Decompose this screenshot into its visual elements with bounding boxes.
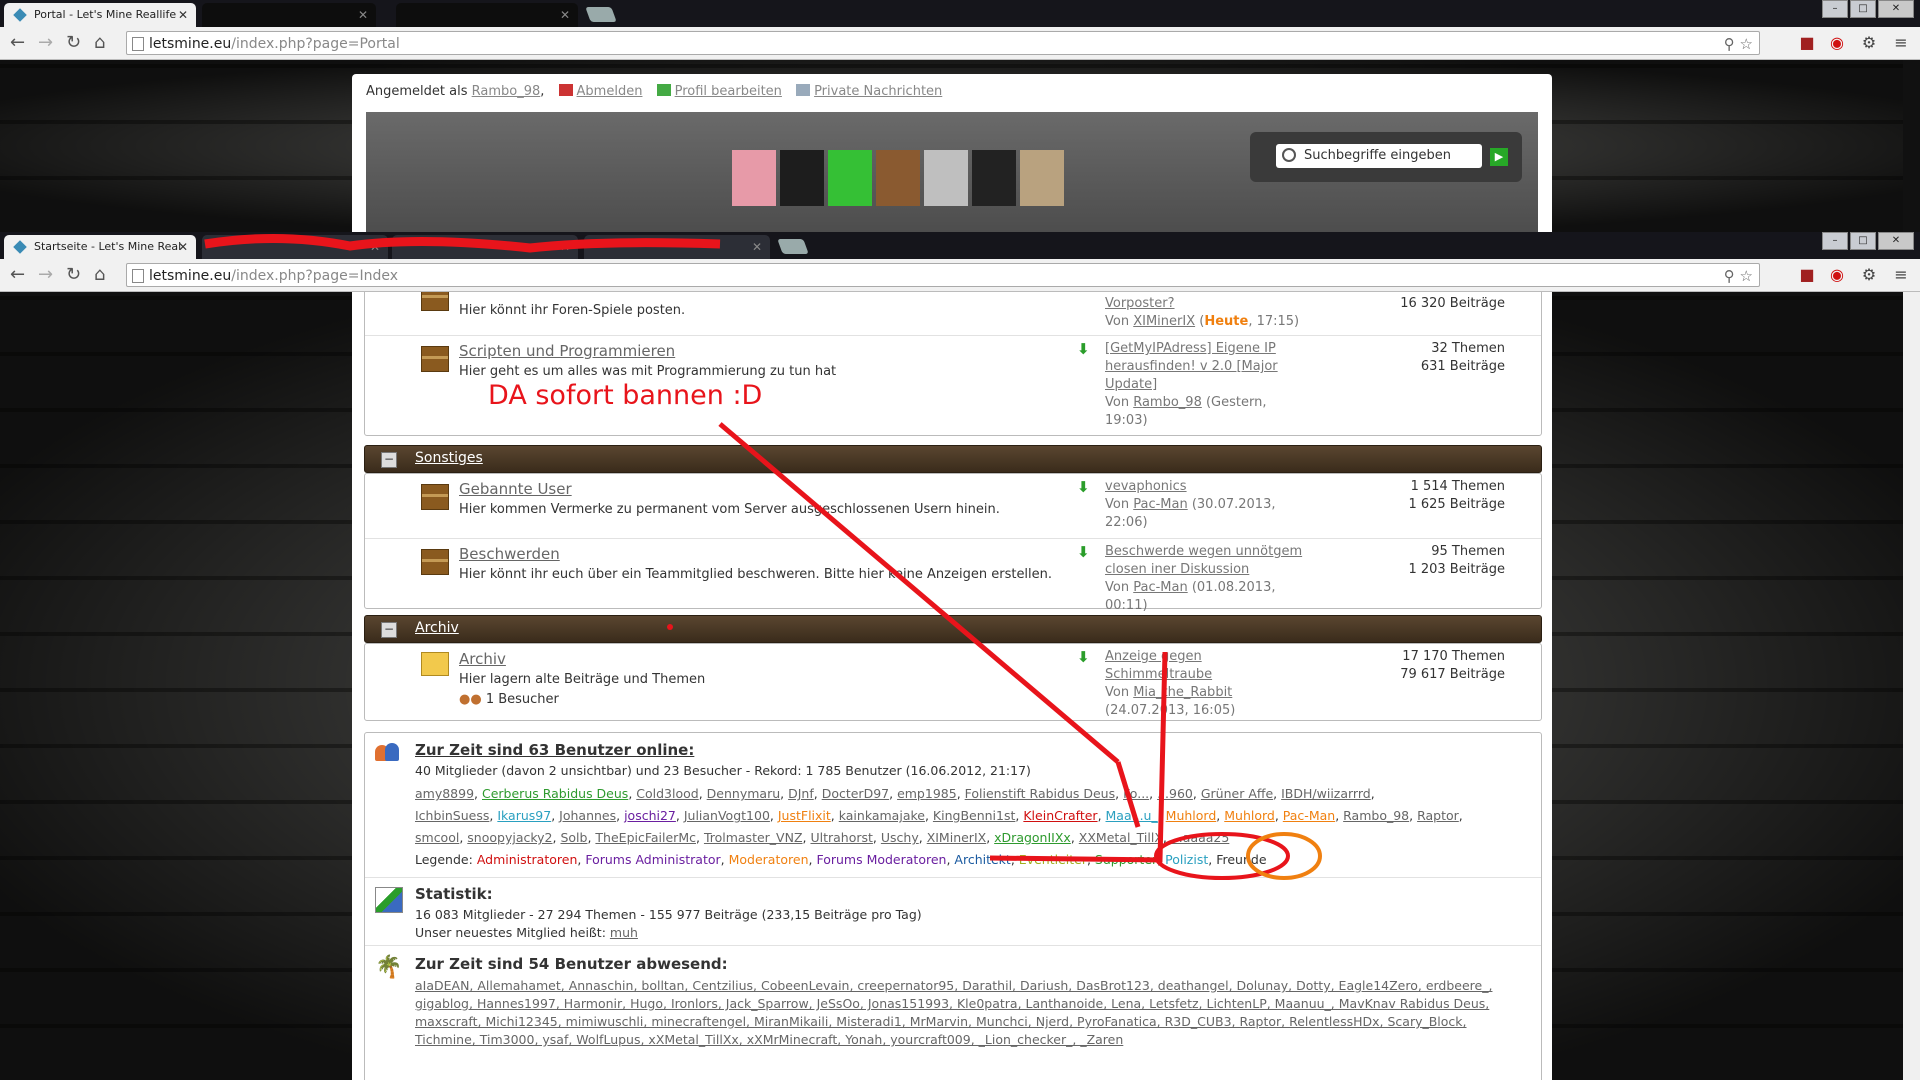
- menu-icon[interactable]: ≡: [1892, 34, 1910, 52]
- letsmine-favicon-icon: [13, 8, 27, 22]
- url-host: letsmine.eu: [149, 268, 232, 284]
- address-bar[interactable]: letsmine.eu/index.php?page=Index ⚲ ☆: [126, 263, 1760, 287]
- reload-icon[interactable]: ↻: [66, 33, 81, 53]
- settings-gear-icon[interactable]: ⚙: [1860, 34, 1878, 52]
- tab-portal[interactable]: Portal - Let's Mine Reallife ✕: [4, 3, 196, 27]
- zoom-star-icons[interactable]: ⚲ ☆: [1724, 32, 1753, 56]
- annotation-arrow-line: [718, 422, 1120, 764]
- extension-icon[interactable]: ■: [1798, 266, 1816, 284]
- url-host: letsmine.eu: [149, 36, 232, 52]
- close-window-button[interactable]: ✕: [1878, 0, 1914, 18]
- address-bar[interactable]: letsmine.eu/index.php?page=Portal ⚲ ☆: [126, 31, 1760, 55]
- window-controls: – □ ✕: [1822, 0, 1914, 18]
- back-arrow-icon[interactable]: ←: [10, 33, 25, 53]
- annotation-circle: [1246, 832, 1322, 880]
- forward-arrow-icon[interactable]: →: [38, 265, 53, 285]
- search-box: Suchbegriffe eingeben ▶: [1250, 132, 1522, 182]
- spider-block: [972, 150, 1016, 206]
- url-path: /index.php?page=Portal: [231, 36, 400, 52]
- search-input[interactable]: Suchbegriffe eingeben: [1276, 144, 1482, 168]
- adblock-icon[interactable]: ◉: [1828, 266, 1846, 284]
- redaction-scribble: [204, 233, 721, 253]
- forward-arrow-icon[interactable]: →: [38, 33, 53, 53]
- new-tab-button[interactable]: [585, 7, 617, 22]
- maximize-button[interactable]: □: [1850, 232, 1876, 250]
- steve-block: [876, 150, 920, 206]
- private-messages-link[interactable]: Private Nachrichten: [814, 84, 942, 99]
- menu-icon[interactable]: ≡: [1892, 266, 1910, 284]
- page-viewport-index: Hier könnt ihr Foren-Spiele posten. Vorp…: [0, 292, 1903, 1080]
- annotation-arrow-line: [989, 651, 1168, 863]
- site-banner: Suchbegriffe eingeben ▶: [366, 112, 1538, 232]
- back-arrow-icon[interactable]: ←: [10, 265, 25, 285]
- creeper-block: [828, 150, 872, 206]
- logout-link[interactable]: Abmelden: [577, 84, 643, 99]
- page-scrollbar[interactable]: [1902, 292, 1920, 1080]
- edit-profile-link[interactable]: Profil bearbeiten: [675, 84, 782, 99]
- search-placeholder: Suchbegriffe eingeben: [1304, 148, 1452, 163]
- close-tab-icon[interactable]: ✕: [358, 3, 368, 27]
- envelope-icon: [796, 84, 811, 96]
- page-icon: [132, 37, 144, 51]
- extension-icon[interactable]: ■: [1798, 34, 1816, 52]
- home-icon[interactable]: ⌂: [94, 265, 105, 285]
- browser-toolbar: ← → ↻ ⌂ letsmine.eu/index.php?page=Porta…: [0, 27, 1920, 60]
- home-icon[interactable]: ⌂: [94, 33, 105, 53]
- search-icon: [1282, 148, 1296, 162]
- logout-icon: [558, 84, 573, 96]
- logged-in-label: Angemeldet als: [366, 84, 468, 99]
- page-viewport-portal: Angemeldet als Rambo_98, Abmelden Profil…: [0, 60, 1903, 232]
- user-bar: Angemeldet als Rambo_98, Abmelden Profil…: [366, 84, 943, 99]
- tab-strip: Portal - Let's Mine Reallife ✕ ✕ ✕ – □ ✕: [0, 0, 1920, 27]
- page-icon: [132, 269, 144, 283]
- minimize-button[interactable]: –: [1822, 0, 1848, 18]
- maximize-button[interactable]: □: [1850, 0, 1876, 18]
- url-path: /index.php?page=Index: [231, 268, 399, 284]
- tab-redacted-2[interactable]: ✕: [396, 3, 578, 27]
- dark-block: [780, 150, 824, 206]
- browser-window-index: Startseite - Let's Mine Real ✕ ✕ ✕ ✕ – □…: [0, 232, 1920, 1080]
- pencil-icon: [656, 84, 671, 96]
- skeleton-block: [924, 150, 968, 206]
- reload-icon[interactable]: ↻: [66, 265, 81, 285]
- settings-gear-icon[interactable]: ⚙: [1860, 266, 1878, 284]
- portal-panel: Angemeldet als Rambo_98, Abmelden Profil…: [352, 74, 1552, 232]
- adblock-icon[interactable]: ◉: [1828, 34, 1846, 52]
- window-controls: – □ ✕: [1822, 232, 1914, 250]
- browser-window-portal: Portal - Let's Mine Reallife ✕ ✕ ✕ – □ ✕…: [0, 0, 1920, 232]
- close-window-button[interactable]: ✕: [1878, 232, 1914, 250]
- pig-block: [732, 150, 776, 206]
- username-link[interactable]: Rambo_98: [472, 84, 541, 99]
- zoom-star-icons[interactable]: ⚲ ☆: [1724, 264, 1753, 288]
- search-submit-button[interactable]: ▶: [1490, 148, 1508, 166]
- tab-redacted-1[interactable]: ✕: [202, 3, 376, 27]
- close-tab-icon[interactable]: ✕: [560, 3, 570, 27]
- close-tab-icon[interactable]: ✕: [178, 3, 188, 27]
- annotation-circle: [1154, 832, 1290, 880]
- browser-toolbar: ← → ↻ ⌂ letsmine.eu/index.php?page=Index…: [0, 259, 1920, 292]
- villager-block: [1020, 150, 1064, 206]
- annotation-overlay: [667, 422, 1322, 880]
- minimize-button[interactable]: –: [1822, 232, 1848, 250]
- annotation-dot: [667, 624, 673, 630]
- tab-title: Portal - Let's Mine Reallife: [34, 8, 177, 21]
- annotation-arrow-line: [1115, 761, 1141, 828]
